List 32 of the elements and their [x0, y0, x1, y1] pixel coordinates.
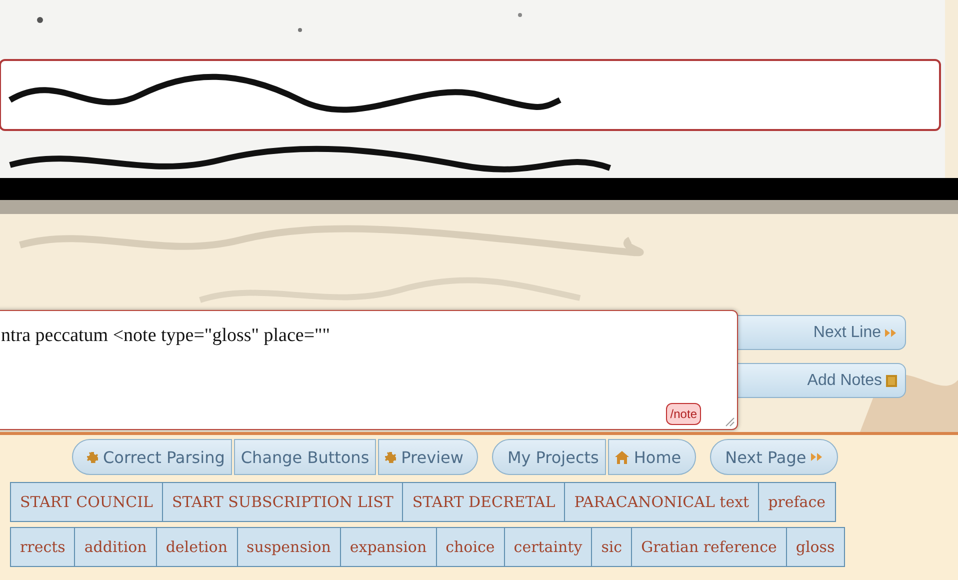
tag-button[interactable]: Gratian reference: [631, 527, 787, 567]
tag-button[interactable]: rrects: [10, 527, 76, 567]
square-icon: [886, 374, 897, 386]
tag-button[interactable]: choice: [436, 527, 505, 567]
tag-button[interactable]: preface: [758, 482, 836, 522]
tag-button[interactable]: certainty: [504, 527, 592, 567]
toolbar-button[interactable]: Preview: [378, 439, 478, 475]
gear-icon: [385, 452, 396, 462]
tag-button[interactable]: expansion: [340, 527, 437, 567]
resize-grip-icon[interactable]: [725, 417, 735, 427]
toolbar-button[interactable]: Home: [608, 439, 696, 475]
gear-icon: [87, 452, 98, 462]
house-icon: [614, 450, 629, 464]
toolbar-button[interactable]: Change Buttons: [234, 439, 376, 475]
tag-button[interactable]: suspension: [236, 527, 341, 567]
tag-button[interactable]: addition: [74, 527, 157, 567]
double-chevron-icon: [885, 328, 897, 338]
tag-button[interactable]: PARACANONICAL text: [564, 482, 760, 522]
toolbar-button[interactable]: Correct Parsing: [72, 439, 232, 475]
tag-button[interactable]: gloss: [786, 527, 845, 567]
side-button[interactable]: Next Line: [738, 315, 906, 350]
close-tag-button[interactable]: /note: [666, 403, 701, 425]
tag-button[interactable]: START SUBSCRIPTION LIST: [162, 482, 404, 522]
toolbar-button[interactable]: Next Page: [710, 439, 838, 475]
tag-button[interactable]: START COUNCIL: [10, 482, 164, 522]
toolbar-button[interactable]: My Projects: [492, 439, 606, 475]
side-button[interactable]: Add Notes: [738, 363, 906, 398]
tag-button[interactable]: START DECRETAL: [402, 482, 566, 522]
tag-button[interactable]: deletion: [156, 527, 238, 567]
text-editor[interactable]: ntra peccatum <note type="gloss" place="" /note: [0, 310, 738, 430]
tag-button[interactable]: sic: [591, 527, 632, 567]
double-chevron-icon: [811, 452, 824, 462]
